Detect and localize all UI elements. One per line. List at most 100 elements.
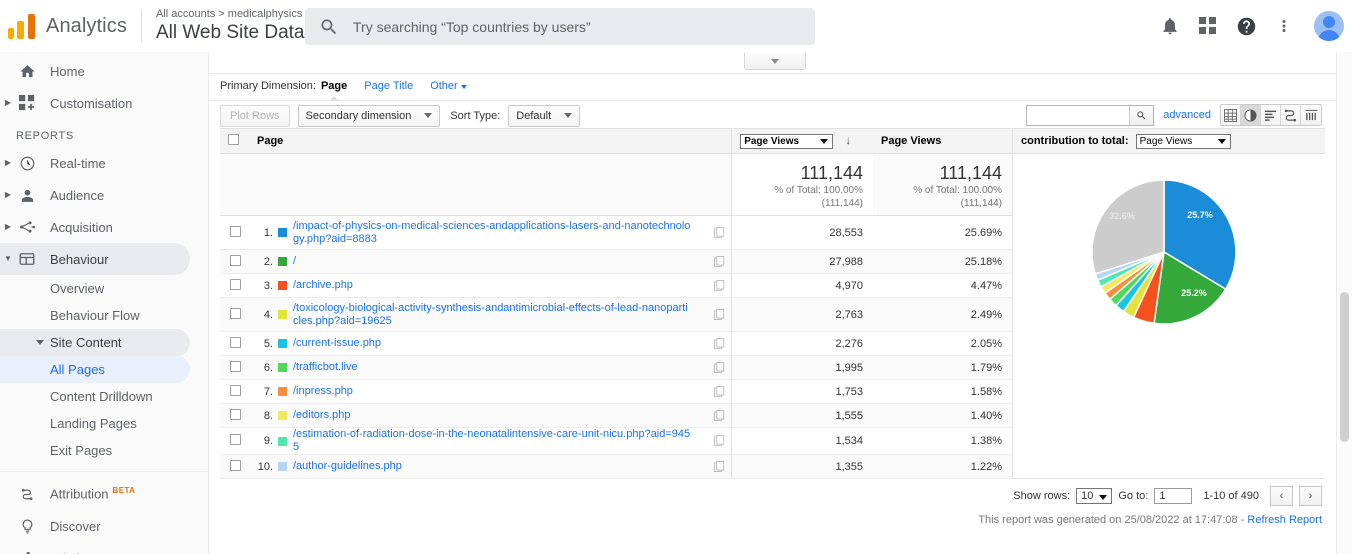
row-checkbox[interactable] [230, 308, 241, 319]
open-page-icon[interactable] [714, 461, 725, 475]
sidebar-item-exit-pages[interactable]: Exit Pages [0, 437, 208, 464]
row-page-link[interactable]: /current-issue.php [293, 337, 381, 350]
page-scrollbar[interactable] [1336, 52, 1352, 554]
open-page-icon[interactable] [714, 362, 725, 376]
row-checkbox[interactable] [230, 255, 241, 266]
pie-label-2: 25.2% [1181, 288, 1207, 298]
row-page-link[interactable]: /inpress.php [293, 385, 353, 398]
row-page-link[interactable]: /author-guidelines.php [293, 460, 402, 473]
help-icon[interactable] [1234, 14, 1258, 38]
open-page-icon[interactable] [714, 227, 725, 241]
comparison-view-icon[interactable] [1281, 105, 1301, 125]
row-page-link[interactable]: /editors.php [293, 409, 350, 422]
sort-type-select[interactable]: Default [508, 105, 580, 127]
row-checkbox[interactable] [230, 279, 241, 290]
table-search-box[interactable] [1026, 105, 1154, 126]
row-checkbox[interactable] [230, 460, 241, 471]
beta-badge: BETA [113, 486, 136, 495]
avatar[interactable] [1314, 11, 1344, 41]
scrollbar-thumb[interactable] [1340, 292, 1349, 442]
metric-select[interactable]: Page Views [740, 134, 833, 149]
refresh-report-link[interactable]: Refresh Report [1247, 514, 1322, 526]
performance-view-icon[interactable] [1261, 105, 1281, 125]
open-page-icon[interactable] [714, 338, 725, 352]
table-search-controls: advanced [1026, 104, 1322, 126]
sidebar-item-acquisition[interactable]: ▶ Acquisition [0, 211, 208, 243]
chart-collapse-strip [209, 52, 1336, 74]
totals-metric1-subtext: % of Total: 100.00% (111,144) [733, 184, 863, 210]
row-checkbox[interactable] [230, 385, 241, 396]
goto-input[interactable]: 1 [1154, 488, 1192, 504]
sidebar-item-real-time[interactable]: ▶ Real-time [0, 147, 208, 179]
sidebar-item-content-drilldown[interactable]: Content Drilldown [0, 383, 208, 410]
next-page-button[interactable]: › [1299, 486, 1322, 506]
open-page-icon[interactable] [714, 386, 725, 400]
sidebar-item-attribution[interactable]: AttributionBETA [0, 478, 208, 510]
dimension-tab-page-title[interactable]: Page Title [364, 80, 413, 92]
row-color-swatch [278, 310, 287, 319]
sidebar-group-site-content[interactable]: Site Content [0, 329, 190, 356]
apps-grid-icon[interactable] [1196, 14, 1220, 38]
sidebar-item-customisation[interactable]: ▶ Customisation [0, 87, 208, 119]
search-icon[interactable] [1129, 106, 1153, 125]
open-page-icon[interactable] [714, 410, 725, 424]
row-page-link[interactable]: /estimation-of-radiation-dose-in-the-neo… [293, 428, 693, 454]
chevron-down-icon [1099, 495, 1107, 500]
row-rank: 5. [251, 338, 273, 350]
sidebar-item-behaviour-flow[interactable]: Behaviour Flow [0, 302, 208, 329]
dimension-tab-page[interactable]: Page [321, 80, 347, 92]
bell-icon[interactable] [1158, 14, 1182, 38]
advanced-filter-link[interactable]: advanced [1163, 109, 1211, 121]
sidebar-item-home[interactable]: Home [0, 55, 208, 87]
sidebar-item-overview[interactable]: Overview [0, 275, 208, 302]
select-all-checkbox[interactable] [228, 134, 239, 145]
pivot-view-icon[interactable] [1301, 105, 1321, 125]
row-page-link[interactable]: /trafficbot.live [293, 361, 358, 374]
row-checkbox[interactable] [230, 337, 241, 348]
pie-chart-view-icon[interactable] [1241, 105, 1261, 125]
chevron-right-icon: ▶ [0, 223, 16, 231]
global-search[interactable]: Try searching “Top countries by users” [305, 8, 815, 45]
row-page-link[interactable]: / [293, 255, 296, 268]
sidebar-item-all-pages[interactable]: All Pages [0, 356, 190, 383]
plot-rows-button[interactable]: Plot Rows [220, 105, 290, 127]
sidebar-label-behaviour-flow: Behaviour Flow [50, 308, 140, 323]
table-view-icon[interactable] [1221, 105, 1241, 125]
select-all-header [220, 129, 249, 154]
row-rank: 3. [251, 280, 273, 292]
show-rows-value: 10 [1081, 490, 1093, 502]
row-rank: 10. [251, 461, 273, 473]
sidebar-item-behaviour[interactable]: ▼ Behaviour [0, 243, 190, 275]
account-selector[interactable]: All accounts > medicalphysics All Web Si… [156, 7, 326, 45]
open-page-icon[interactable] [714, 309, 725, 323]
collapse-chart-button[interactable] [744, 53, 806, 70]
open-page-icon[interactable] [714, 280, 725, 294]
breadcrumb: All accounts > medicalphysics [156, 7, 326, 21]
row-checkbox[interactable] [230, 409, 241, 420]
dimension-other-menu[interactable]: Other [430, 80, 467, 92]
prev-page-button[interactable]: ‹ [1270, 486, 1293, 506]
sidebar-item-admin[interactable]: Admin [0, 542, 208, 554]
more-vert-icon[interactable] [1272, 14, 1296, 38]
row-checkbox[interactable] [230, 361, 241, 372]
sidebar-label-exit-pages: Exit Pages [50, 443, 112, 458]
view-selector[interactable]: All Web Site Data [156, 21, 326, 45]
row-checkbox[interactable] [230, 226, 241, 237]
pagination-range: 1-10 of 490 [1203, 490, 1259, 502]
row-page-link[interactable]: /archive.php [293, 279, 353, 292]
row-page-link[interactable]: /toxicology-biological-activity-synthesi… [293, 302, 693, 328]
row-page-cell: 3. /archive.php [249, 274, 732, 298]
row-page-link[interactable]: /impact-of-physics-on-medical-sciences-a… [293, 220, 693, 246]
open-page-icon[interactable] [714, 256, 725, 270]
sort-descending-icon[interactable]: ↓ [845, 133, 851, 147]
sidebar-item-audience[interactable]: ▶ Audience [0, 179, 208, 211]
sidebar-item-landing-pages[interactable]: Landing Pages [0, 410, 208, 437]
show-rows-select[interactable]: 10 [1076, 488, 1112, 504]
secondary-dimension-button[interactable]: Secondary dimension [298, 105, 441, 127]
pie-chart[interactable]: 25.7% 25.2% 32.6% [1029, 142, 1299, 365]
table-search-input[interactable] [1027, 106, 1129, 125]
report-generated-line: This report was generated on 25/08/2022 … [978, 514, 1322, 526]
sidebar-item-discover[interactable]: Discover [0, 510, 208, 542]
row-checkbox[interactable] [230, 434, 241, 445]
open-page-icon[interactable] [714, 435, 725, 449]
